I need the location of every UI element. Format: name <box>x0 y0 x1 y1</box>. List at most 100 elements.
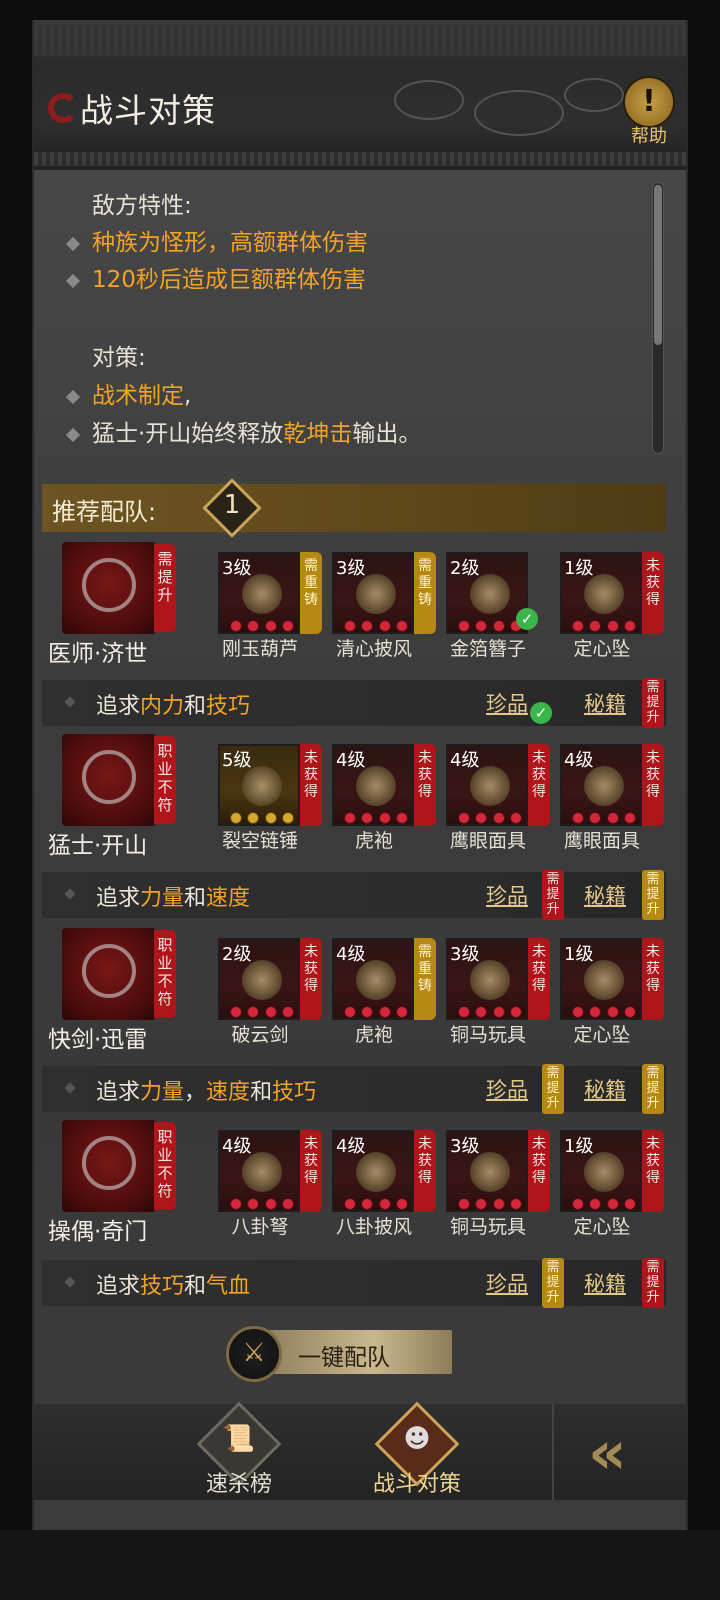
header-ornament-bottom <box>34 152 686 166</box>
nav-label: 战斗对策 <box>372 1472 461 1497</box>
help-button[interactable]: ! 帮助 <box>616 76 682 148</box>
star-rating <box>572 620 636 632</box>
nav-label: 速杀榜 <box>205 1472 272 1497</box>
equipment-icon: 4级 <box>332 744 414 826</box>
equipment-slot[interactable]: 4级 未获得 八卦披风 <box>326 1130 436 1240</box>
nav-battle-strategy[interactable]: ☻ 战斗对策 <box>362 1401 472 1500</box>
equipment-status-tag: 需重铸 <box>300 552 322 634</box>
one-key-team-button[interactable]: ⚔ 一键配队 <box>226 1326 452 1382</box>
bullet-icon <box>65 273 81 288</box>
equipment-icon: 3级 <box>332 552 414 634</box>
swirl-icon <box>48 93 78 123</box>
hero-status-tag: 职业不符 <box>154 736 176 824</box>
equipment-art <box>242 1152 282 1192</box>
team-number-badge[interactable]: 1 <box>202 478 262 538</box>
equipment-slot[interactable]: 1级 未获得 定心坠 <box>554 1130 664 1240</box>
star-rating <box>572 1198 636 1210</box>
equipment-slot[interactable]: 4级 需重铸 虎袍 <box>326 938 436 1048</box>
manual-link[interactable]: 秘籍 <box>584 1074 626 1104</box>
recommend-team-bar: 推荐配队: 1 <box>42 478 666 538</box>
equipment-art <box>584 1152 624 1192</box>
equipment-slot[interactable]: 4级 未获得 虎袍 <box>326 744 436 854</box>
equipment-slot[interactable]: 3级 需重铸 刚玉葫芦 <box>212 552 322 662</box>
scroll-thumb[interactable] <box>654 185 662 345</box>
stat-priority-text: 追求力量和速度 <box>96 886 251 911</box>
equipment-status-tag: 需重铸 <box>414 552 436 634</box>
cloud-ornament <box>394 80 464 120</box>
check-icon: ✓ <box>516 608 538 630</box>
nav-speed-kill[interactable]: 📜 速杀榜 <box>184 1401 294 1500</box>
star-rating <box>230 1198 294 1210</box>
hero-portrait[interactable] <box>62 928 156 1020</box>
treasure-status-tag: 需提升 <box>542 1258 564 1308</box>
equipment-slot[interactable]: 5级 未获得 裂空链锤 <box>212 744 322 854</box>
star-rating <box>230 620 294 632</box>
equipment-slot[interactable]: 1级 未获得 定心坠 <box>554 552 664 662</box>
equipment-status-tag: 未获得 <box>414 744 436 826</box>
enemy-trait-item: 种族为怪形，高额群体伤害 <box>65 225 368 262</box>
treasure-status-tag: 需提升 <box>542 1064 564 1114</box>
equipment-art <box>356 766 396 806</box>
equipment-art <box>470 960 510 1000</box>
equipment-status-tag: 未获得 <box>414 1130 436 1212</box>
equipment-slot[interactable]: 2级 ✓ 金箔簪子 <box>440 552 548 662</box>
stat-priority-row: 追求内力和技巧 珍品 ✓ 秘籍 需提升 <box>42 678 666 728</box>
bullet-icon <box>64 1276 76 1288</box>
equipment-slot[interactable]: 4级 未获得 鹰眼面具 <box>440 744 550 854</box>
equipment-level: 4级 <box>450 750 480 771</box>
manual-status-tag: 需提升 <box>642 870 664 920</box>
equipment-slot[interactable]: 4级 未获得 鹰眼面具 <box>554 744 664 854</box>
counter-item: 战术制定, <box>65 378 191 415</box>
star-rating <box>344 620 408 632</box>
equipment-slot[interactable]: 3级 未获得 铜马玩具 <box>440 938 550 1048</box>
bullet-icon <box>65 389 81 404</box>
hero-portrait[interactable] <box>62 734 156 826</box>
stat-priority-row: 追求技巧和气血 珍品 需提升 秘籍 需提升 <box>42 1258 666 1308</box>
treasure-link[interactable]: 珍品 <box>486 1268 528 1298</box>
info-scrollbar[interactable] <box>652 182 664 454</box>
equipment-slot[interactable]: 1级 未获得 定心坠 <box>554 938 664 1048</box>
star-rating <box>572 812 636 824</box>
stat-priority-text: 追求力量，速度和技巧 <box>96 1080 317 1105</box>
equipment-slot[interactable]: 3级 需重铸 清心披风 <box>326 552 436 662</box>
collapse-button[interactable]: « <box>552 1404 688 1500</box>
equipment-status-tag: 未获得 <box>642 938 664 1020</box>
equipment-status-tag: 需重铸 <box>414 938 436 1020</box>
equipment-level: 4级 <box>336 750 366 771</box>
equipment-slot[interactable]: 2级 未获得 破云剑 <box>212 938 322 1048</box>
counter-title: 对策: <box>92 345 146 371</box>
equipment-name: 铜马玩具 <box>449 1024 526 1046</box>
bullet-icon <box>65 236 81 251</box>
counter-item: 猛士·开山始终释放乾坤击输出。 <box>65 416 421 453</box>
treasure-link[interactable]: 珍品 <box>486 880 528 910</box>
manual-link[interactable]: 秘籍 <box>584 880 626 910</box>
star-rating <box>230 812 294 824</box>
team-member-row: 职业不符 快剑·迅雷 2级 未获得 破云剑 4级 需重铸 虎袍 3级 未获得 铜马玩具 1级 未获得 定心… <box>42 924 666 1056</box>
treasure-link[interactable]: 珍品 <box>486 688 528 718</box>
team-member-row: 职业不符 操偶·奇门 4级 未获得 八卦弩 4级 未获得 八卦披风 3级 未获得 铜马玩具 1级 未获得… <box>42 1116 666 1248</box>
equipment-icon: 3级 <box>446 1130 528 1212</box>
equipment-icon: 1级 <box>560 552 642 634</box>
equipment-icon: 3级 <box>446 938 528 1020</box>
equipment-name: 八卦弩 <box>231 1216 289 1238</box>
enemy-trait-item: 120秒后造成巨额群体伤害 <box>65 262 366 299</box>
equipment-level: 1级 <box>564 1136 594 1157</box>
equipment-art <box>356 960 396 1000</box>
equipment-icon: 4级 <box>560 744 642 826</box>
page-title: 战斗对策 <box>80 91 216 130</box>
hero-portrait[interactable] <box>62 1120 156 1212</box>
manual-link[interactable]: 秘籍 <box>584 688 626 718</box>
equipment-icon: 4级 <box>446 744 528 826</box>
equipment-level: 3级 <box>222 558 252 579</box>
equipment-icon: 4级 <box>332 1130 414 1212</box>
team-member-row: 职业不符 猛士·开山 5级 未获得 裂空链锤 4级 未获得 虎袍 4级 未获得 鹰眼面具 4级 未获得鹰… <box>42 730 666 862</box>
hero-portrait[interactable] <box>62 542 156 634</box>
cloud-ornament <box>474 90 564 136</box>
equipment-slot[interactable]: 4级 未获得 八卦弩 <box>212 1130 322 1240</box>
equipment-status-tag: 未获得 <box>300 1130 322 1212</box>
treasure-link[interactable]: 珍品 <box>486 1074 528 1104</box>
manual-link[interactable]: 秘籍 <box>584 1268 626 1298</box>
equipment-slot[interactable]: 3级 未获得 铜马玩具 <box>440 1130 550 1240</box>
stat-priority-row: 追求力量，速度和技巧 珍品 需提升 秘籍 需提升 <box>42 1064 666 1114</box>
double-chevron-left-icon: « <box>588 1418 627 1488</box>
